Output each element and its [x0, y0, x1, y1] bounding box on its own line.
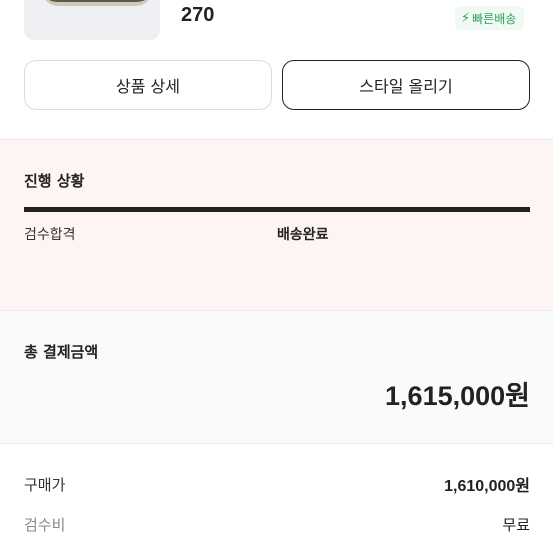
lightning-icon: ⚡ — [461, 10, 471, 26]
progress-title: 진행 상황 — [24, 172, 85, 190]
product-thumbnail[interactable] — [24, 0, 160, 40]
product-detail-label: 상품 상세 — [116, 77, 180, 96]
upload-style-button[interactable]: 스타일 올리기 — [282, 60, 530, 110]
upload-style-label: 스타일 올리기 — [359, 77, 453, 96]
total-payment-section: 총 결제금액 1,615,000원 — [0, 310, 553, 443]
purchase-price-value: 1,610,000원 — [444, 478, 530, 495]
total-payment-amount: 1,615,000원 — [385, 381, 530, 411]
progress-section: 진행 상황 검수합격 배송완료 — [0, 140, 553, 310]
product-size: 270 — [181, 4, 215, 26]
progress-bar — [24, 207, 530, 212]
progress-step-delivered: 배송완료 — [277, 227, 329, 243]
fast-delivery-badge: ⚡ 빠른배송 — [455, 6, 525, 30]
breakdown-row: 검수비 무료 — [24, 514, 530, 535]
inspection-fee-label: 검수비 — [24, 516, 66, 534]
payment-breakdown: 구매가 1,610,000원 검수비 무료 — [0, 443, 553, 553]
inspection-fee-value: 무료 — [502, 516, 530, 534]
total-payment-label: 총 결제금액 — [24, 343, 99, 361]
breakdown-row: 구매가 1,610,000원 — [24, 472, 530, 496]
shoe-image — [42, 0, 152, 6]
progress-step-inspection: 검수합격 — [24, 227, 76, 243]
product-summary: 270 ⚡ 빠른배송 상품 상세 스타일 올리기 — [0, 0, 553, 140]
product-detail-button[interactable]: 상품 상세 — [24, 60, 272, 110]
fast-delivery-label: 빠른배송 — [472, 11, 517, 26]
purchase-price-label: 구매가 — [24, 475, 66, 494]
